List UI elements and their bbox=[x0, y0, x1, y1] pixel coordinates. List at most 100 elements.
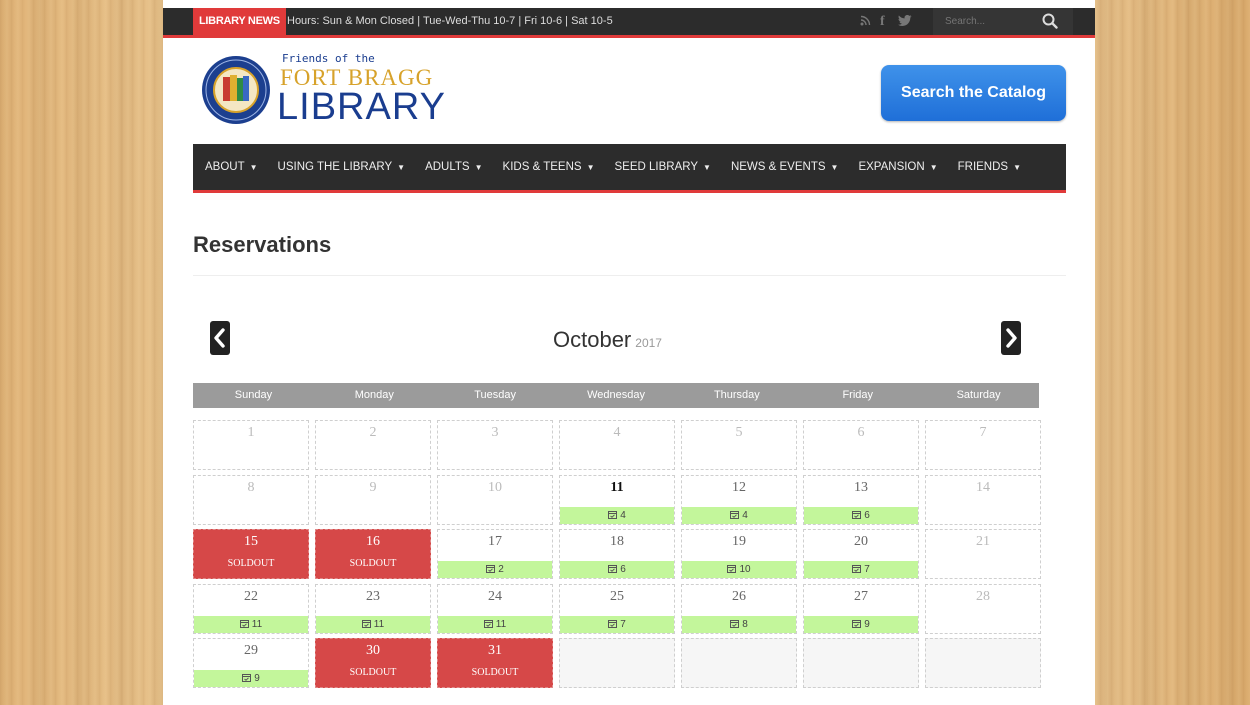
next-month-button[interactable] bbox=[1001, 321, 1021, 355]
nav-item-seed-library[interactable]: SEED LIBRARY ▼ bbox=[605, 144, 721, 191]
twitter-icon[interactable] bbox=[898, 8, 912, 35]
calendar-day-cell[interactable]: 23 11 bbox=[315, 584, 431, 634]
calendar-day-cell[interactable]: 17 2 bbox=[437, 529, 553, 579]
weekday-label: Saturday bbox=[956, 389, 1001, 401]
day-number: 4 bbox=[613, 425, 621, 440]
calendar-day-cell[interactable]: 11 4 bbox=[559, 475, 675, 525]
day-number: 5 bbox=[735, 425, 743, 440]
nav-item-using-the-library[interactable]: USING THE LIBRARY ▼ bbox=[268, 144, 416, 191]
chevron-left-icon bbox=[214, 328, 225, 348]
library-hours-ticker[interactable]: Hours: Sun & Mon Closed | Tue-Wed-Thu 10… bbox=[287, 8, 613, 35]
page-title: Reservations bbox=[193, 232, 332, 257]
calendar-check-icon bbox=[608, 562, 618, 579]
calendar-day-cell[interactable]: 20 7 bbox=[803, 529, 919, 579]
weekday-label: Wednesday bbox=[587, 389, 645, 401]
prev-month-button[interactable] bbox=[210, 321, 230, 355]
availability-badge[interactable]: 9 bbox=[804, 616, 918, 633]
caret-down-icon: ▼ bbox=[703, 162, 711, 172]
calendar-check-icon bbox=[608, 617, 618, 634]
calendar-check-icon bbox=[852, 562, 862, 579]
nav-item-adults[interactable]: ADULTS ▼ bbox=[415, 144, 492, 191]
calendar-day-cell[interactable]: 18 6 bbox=[559, 529, 675, 579]
day-number: 27 bbox=[854, 589, 868, 604]
calendar-day-cell[interactable]: 27 9 bbox=[803, 584, 919, 634]
day-number: 10 bbox=[488, 480, 502, 495]
calendar-check-icon bbox=[608, 508, 618, 525]
day-number: 1 bbox=[247, 425, 255, 440]
calendar-day-cell: 4 bbox=[559, 420, 675, 470]
calendar-day-cell: 3 bbox=[437, 420, 553, 470]
calendar-day-cell[interactable]: 12 4 bbox=[681, 475, 797, 525]
availability-badge[interactable]: 9 bbox=[194, 670, 308, 687]
calendar-day-cell: 15 SOLDOUT bbox=[193, 529, 309, 579]
calendar-day-cell[interactable]: 22 11 bbox=[193, 584, 309, 634]
day-number: 6 bbox=[857, 425, 865, 440]
availability-count: 11 bbox=[495, 619, 507, 630]
weekday-label: Monday bbox=[354, 389, 394, 401]
day-number: 14 bbox=[976, 480, 990, 495]
page-container: LIBRARY NEWS Hours: Sun & Mon Closed | T… bbox=[163, 0, 1095, 705]
soldout-label: SOLDOUT bbox=[227, 558, 275, 569]
caret-down-icon: ▼ bbox=[830, 162, 839, 172]
search-icon[interactable] bbox=[1042, 13, 1058, 29]
weekday-label: Sunday bbox=[234, 389, 273, 401]
availability-badge[interactable]: 11 bbox=[438, 616, 552, 633]
availability-badge[interactable]: 6 bbox=[560, 561, 674, 578]
calendar-day-cell: 21 bbox=[925, 529, 1041, 579]
rss-icon[interactable] bbox=[860, 8, 871, 35]
availability-badge[interactable]: 11 bbox=[316, 616, 430, 633]
availability-badge[interactable]: 8 bbox=[682, 616, 796, 633]
calendar-day-cell: 2 bbox=[315, 420, 431, 470]
soldout-label: SOLDOUT bbox=[471, 667, 519, 678]
availability-count: 6 bbox=[620, 564, 626, 575]
availability-badge[interactable]: 4 bbox=[682, 507, 796, 524]
weekday-header: Sunday Monday Tuesday Wednesday Thursday… bbox=[193, 383, 1039, 408]
day-number: 17 bbox=[488, 534, 502, 549]
day-number: 26 bbox=[732, 589, 746, 604]
day-number: 22 bbox=[244, 589, 258, 604]
calendar-day-cell[interactable]: 24 11 bbox=[437, 584, 553, 634]
nav-item-expansion[interactable]: EXPANSION ▼ bbox=[848, 144, 947, 191]
availability-badge[interactable]: 7 bbox=[560, 616, 674, 633]
facebook-icon[interactable]: f bbox=[880, 8, 885, 35]
soldout-label: SOLDOUT bbox=[349, 558, 397, 569]
weekday-label: Friday bbox=[842, 389, 873, 401]
calendar-empty-cell bbox=[559, 638, 675, 688]
search-catalog-button[interactable]: Search the Catalog bbox=[881, 65, 1066, 121]
calendar-empty-cell bbox=[803, 638, 919, 688]
logo-text-library[interactable]: LIBRARY bbox=[277, 86, 446, 129]
availability-badge[interactable]: 10 bbox=[682, 561, 796, 578]
calendar-day-cell[interactable]: 13 6 bbox=[803, 475, 919, 525]
chevron-right-icon bbox=[1006, 328, 1017, 348]
library-seal-logo[interactable] bbox=[201, 55, 271, 125]
calendar-day-cell: 7 bbox=[925, 420, 1041, 470]
calendar-day-cell[interactable]: 19 10 bbox=[681, 529, 797, 579]
calendar-day-cell[interactable]: 25 7 bbox=[559, 584, 675, 634]
availability-count: 7 bbox=[864, 564, 870, 575]
day-number: 8 bbox=[247, 480, 255, 495]
availability-badge[interactable]: 11 bbox=[194, 616, 308, 633]
availability-count: 2 bbox=[498, 564, 504, 575]
nav-item-friends[interactable]: FRIENDS ▼ bbox=[948, 144, 1031, 191]
calendar-check-icon bbox=[730, 508, 740, 525]
calendar-day-cell: 8 bbox=[193, 475, 309, 525]
nav-item-about[interactable]: ABOUT ▼ bbox=[193, 144, 268, 191]
calendar-check-icon bbox=[852, 617, 862, 634]
day-number: 9 bbox=[369, 480, 377, 495]
calendar-day-cell: 16 SOLDOUT bbox=[315, 529, 431, 579]
day-number: 13 bbox=[854, 480, 868, 495]
month-year: 2017 bbox=[635, 336, 662, 350]
availability-badge[interactable]: 4 bbox=[560, 507, 674, 524]
calendar-day-cell[interactable]: 29 9 bbox=[193, 638, 309, 688]
availability-badge[interactable]: 7 bbox=[804, 561, 918, 578]
calendar-day-cell[interactable]: 26 8 bbox=[681, 584, 797, 634]
logo-text-friends[interactable]: Friends of the bbox=[282, 52, 375, 65]
calendar-day-cell: 1 bbox=[193, 420, 309, 470]
nav-item-kids-teens[interactable]: KIDS & TEENS ▼ bbox=[493, 144, 605, 191]
availability-badge[interactable]: 6 bbox=[804, 507, 918, 524]
nav-item-news-events[interactable]: NEWS & EVENTS ▼ bbox=[721, 144, 849, 191]
availability-badge[interactable]: 2 bbox=[438, 561, 552, 578]
caret-down-icon: ▼ bbox=[249, 162, 258, 172]
day-number: 24 bbox=[488, 589, 502, 604]
calendar-empty-cell bbox=[681, 638, 797, 688]
